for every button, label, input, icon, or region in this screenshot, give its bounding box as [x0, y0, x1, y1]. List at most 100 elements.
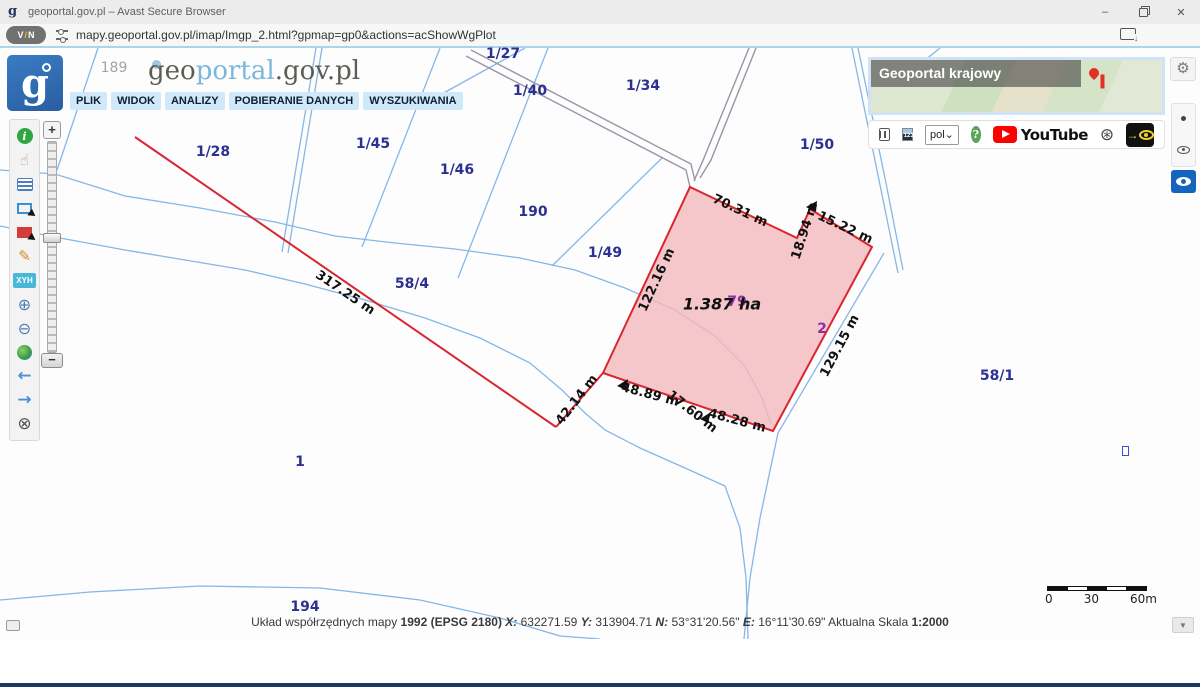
next-view-icon: →: [17, 390, 31, 410]
parcel-label: 1/45: [356, 136, 390, 152]
parcel-label: 194: [290, 599, 319, 615]
toolbar-select-blue-button[interactable]: [13, 196, 37, 220]
parcel-label: 1/34: [626, 78, 660, 94]
toolbar-previous-view-button[interactable]: ←: [13, 364, 37, 388]
send-to-device-icon[interactable]: [1120, 28, 1136, 40]
toolbar-layers-legend-button[interactable]: [13, 172, 37, 196]
close-button[interactable]: ✕: [1162, 0, 1200, 24]
statusbar-text: Układ współrzędnych mapy 1992 (EPSG 2180…: [0, 615, 1200, 629]
accessibility-wheel-icon[interactable]: ⊛: [1100, 125, 1114, 145]
youtube-link[interactable]: YouTube: [993, 126, 1088, 144]
coordinates-xyh-icon: XYH: [13, 273, 35, 288]
measurement-label: 317.25 m: [313, 268, 378, 319]
area-label: 1.387 ha: [683, 295, 761, 314]
restore-button[interactable]: [1124, 0, 1162, 24]
map-viewport[interactable]: 1891/271/401/341/501/281/451/461901/4958…: [0, 48, 1200, 639]
parcel-label: 58/1: [980, 368, 1014, 384]
toolbar-pan-hand-button[interactable]: ☝: [13, 148, 37, 172]
menu-pobieranie-danych[interactable]: POBIERANIE DANYCH: [229, 92, 360, 110]
site-settings-icon[interactable]: [56, 30, 68, 40]
parcel-label: 2: [817, 321, 827, 337]
taskbar-edge: [0, 683, 1200, 687]
toolbar-next-view-button[interactable]: →: [13, 388, 37, 412]
vpn-badge[interactable]: V/N: [6, 26, 46, 44]
select-red-icon: [17, 227, 32, 238]
favicon-icon: g: [8, 5, 22, 19]
measurement-label: 18.94 m: [789, 201, 822, 262]
parcel-label: 1: [295, 454, 305, 470]
measurement-label: 70.31 m: [710, 192, 770, 231]
toolbar-coordinates-xyh-button[interactable]: XYH: [13, 268, 37, 292]
toolbar-zoom-out-button[interactable]: ⊖: [13, 316, 37, 340]
measurement-label: 48.28 m: [706, 406, 767, 436]
restore-icon: [1139, 8, 1148, 17]
zoom-slider-handle[interactable]: [43, 233, 61, 243]
settings-gear-button[interactable]: ⚙: [1170, 57, 1196, 81]
select-blue-icon: [17, 203, 32, 214]
zoom-in-button[interactable]: +: [43, 121, 61, 139]
parcel-label: 189: [101, 60, 128, 76]
zoom-slider-track[interactable]: [47, 141, 57, 353]
eye-outline-icon[interactable]: [1177, 146, 1190, 154]
chevron-down-icon: ⌄: [945, 128, 954, 141]
language-select[interactable]: pol⌄: [925, 125, 959, 145]
help-button[interactable]: ?: [971, 126, 981, 143]
visibility-panel: [1171, 103, 1196, 167]
parcel-label: 1/40: [513, 83, 547, 99]
toolbar-select-red-button[interactable]: [13, 220, 37, 244]
overview-location-marker: [1087, 66, 1101, 80]
url-text[interactable]: mapy.geoportal.gov.pl/imap/Imgp_2.html?g…: [76, 28, 496, 42]
map-numbers-icon[interactable]: [902, 128, 913, 141]
toolbar-info-button[interactable]: i: [13, 124, 37, 148]
full-extent-globe-icon: [17, 345, 32, 360]
quick-icon-bar: pol⌄ ? YouTube ⊛ →: [868, 120, 1165, 149]
site-logo-text: geoportal.gov.pl: [148, 56, 360, 86]
virtual-keyboard-icon[interactable]: [879, 128, 890, 141]
parcel-label: 1/27: [486, 46, 520, 62]
parcel-label: 79: [727, 294, 746, 310]
info-icon: i: [17, 128, 33, 144]
parcel-label: 1/49: [588, 245, 622, 261]
overview-map[interactable]: Geoportal krajowy: [868, 57, 1165, 115]
address-bar[interactable]: V/N mapy.geoportal.gov.pl/imap/Imgp_2.ht…: [0, 24, 1200, 48]
measurement-label: 122.16 m: [636, 246, 678, 314]
measurement-label: 17.60 m: [664, 388, 720, 436]
contrast-controls[interactable]: →: [1126, 123, 1154, 147]
pan-hand-icon: ☝: [20, 151, 29, 169]
toolbar-full-extent-globe-button[interactable]: [13, 340, 37, 364]
menu-plik[interactable]: PLIK: [70, 92, 107, 110]
bottom-left-widget-icon[interactable]: [6, 620, 20, 631]
visibility-toggle-button[interactable]: [1171, 170, 1196, 193]
parcel-label: 1/46: [440, 162, 474, 178]
clear-close-icon: ⊗: [17, 414, 31, 434]
highlighted-parcel: [603, 187, 872, 431]
menu-bar: PLIKWIDOKANALIZYPOBIERANIE DANYCHWYSZUKI…: [70, 92, 467, 110]
zoom-in-icon: ⊕: [18, 295, 31, 314]
measurement-label: 48.89 m: [619, 380, 680, 410]
zoom-out-button[interactable]: −: [41, 353, 63, 368]
toolbar-clear-close-button[interactable]: ⊗: [13, 412, 37, 436]
parcel-label: 1/28: [196, 144, 230, 160]
scale-bar: 03060m: [1045, 586, 1157, 606]
toolbar-draw-measure-button[interactable]: ✎: [13, 244, 37, 268]
scalebar-ticks: 03060m: [1045, 592, 1157, 606]
scale-bar-graphic: [1047, 586, 1147, 591]
overview-map-title: Geoportal krajowy: [871, 60, 1081, 87]
zoom-out-icon: ⊖: [18, 319, 31, 338]
eye-icon: [1176, 177, 1191, 186]
menu-analizy[interactable]: ANALIZY: [165, 92, 225, 110]
utility-map-symbol: [1122, 446, 1129, 456]
collapse-panel-button[interactable]: ▼: [1172, 617, 1194, 633]
contrast-arrow-icon: →: [1126, 128, 1138, 142]
dot-visibility-icon[interactable]: [1181, 116, 1186, 121]
geoportal-logo-icon[interactable]: g: [7, 55, 63, 111]
menu-wyszukiwania[interactable]: WYSZUKIWANIA: [363, 92, 462, 110]
left-toolbar: i ☝ ✎ XYH ⊕ ⊖ ←→ ⊗: [9, 119, 40, 441]
contrast-eye-icon: [1139, 130, 1154, 140]
layers-legend-icon: [17, 178, 33, 191]
toolbar-zoom-in-button[interactable]: ⊕: [13, 292, 37, 316]
menu-widok[interactable]: WIDOK: [111, 92, 161, 110]
parcel-label: 190: [518, 204, 547, 220]
minimize-button[interactable]: –: [1086, 0, 1124, 24]
youtube-play-icon: [993, 126, 1017, 143]
